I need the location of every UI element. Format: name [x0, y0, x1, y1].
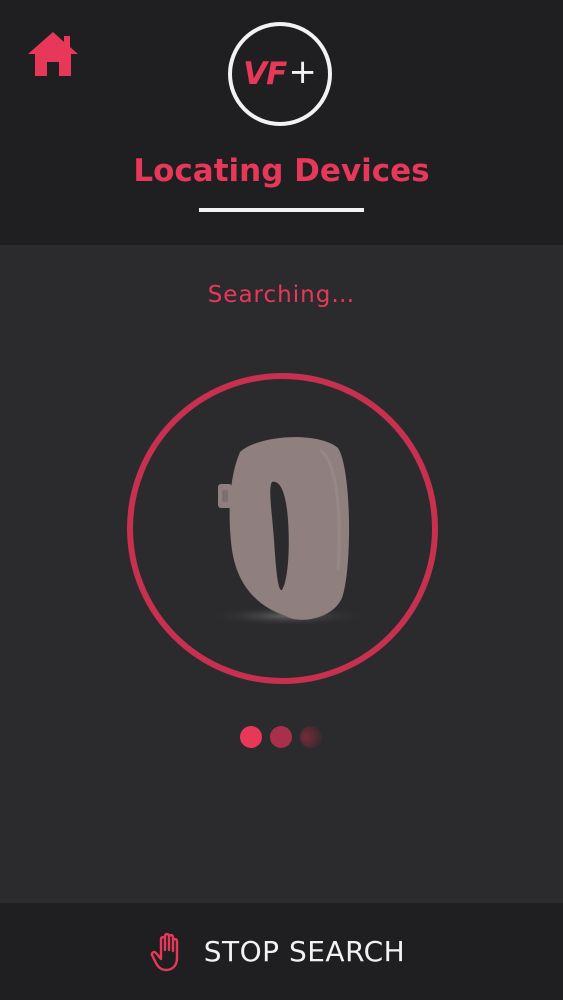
title-underline — [199, 208, 364, 212]
home-icon — [28, 32, 78, 76]
page-title: Locating Devices — [133, 153, 430, 189]
logo-plus: + — [288, 52, 317, 92]
home-button[interactable] — [26, 30, 80, 78]
progress-dots — [240, 726, 330, 750]
hand-stop-icon — [148, 931, 190, 973]
progress-dot — [240, 726, 262, 748]
header: VF + Locating Devices — [0, 0, 563, 245]
stop-search-button[interactable]: STOP SEARCH — [0, 903, 563, 1000]
stop-search-label: STOP SEARCH — [203, 935, 406, 968]
search-status: Searching… — [207, 282, 356, 308]
progress-dot — [300, 726, 322, 748]
screen: VF + Locating Devices Searching… STOP SE… — [0, 0, 563, 1000]
app-logo: VF + — [228, 22, 332, 126]
progress-dot — [270, 726, 292, 748]
logo-text: VF — [243, 56, 287, 92]
fitness-band-icon — [200, 430, 370, 640]
